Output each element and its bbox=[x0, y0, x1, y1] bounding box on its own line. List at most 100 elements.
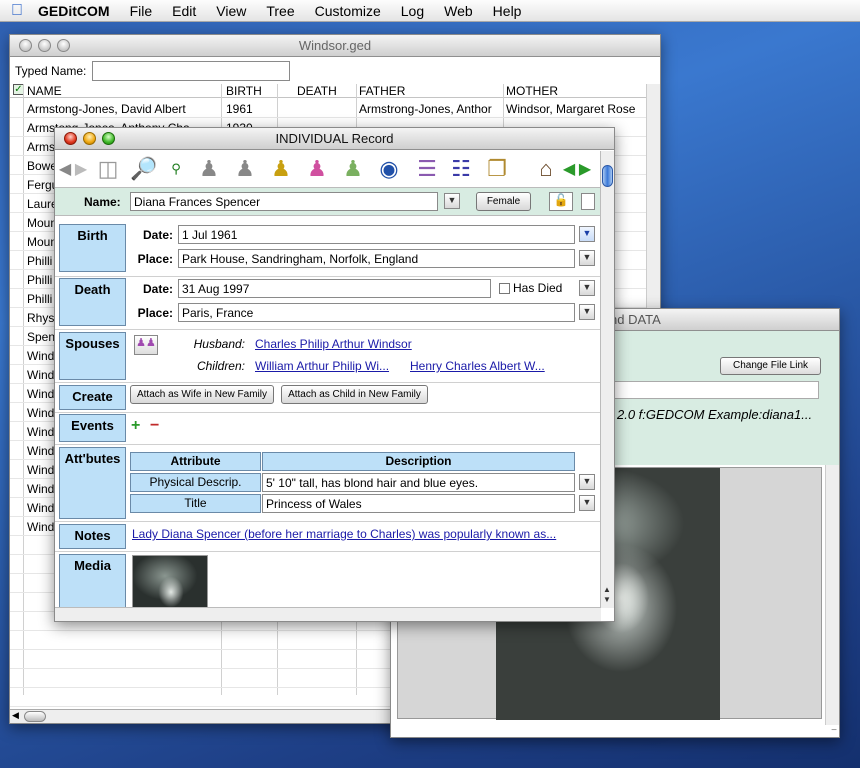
husband-link[interactable]: Charles Philip Arthur Windsor bbox=[255, 337, 412, 351]
record-horizontal-scrollbar[interactable] bbox=[55, 607, 601, 621]
birth-place-popup-icon[interactable]: ▼ bbox=[579, 250, 595, 266]
close-button[interactable] bbox=[19, 39, 32, 52]
death-place-label: Place: bbox=[137, 306, 173, 320]
typed-name-input[interactable] bbox=[92, 61, 291, 81]
previous-record-icon[interactable]: ◀ bbox=[561, 154, 577, 184]
resize-grip-icon[interactable]: − bbox=[831, 725, 837, 736]
media-metadata: 2.0 f:GEDCOM Example:diana1... bbox=[617, 407, 813, 422]
husband-label: Husband: bbox=[193, 337, 245, 351]
menu-edit[interactable]: Edit bbox=[162, 3, 206, 19]
menu-help[interactable]: Help bbox=[483, 3, 532, 19]
scroll-thumb[interactable] bbox=[602, 165, 613, 187]
data-vertical-scrollbar[interactable] bbox=[825, 465, 839, 725]
family-icon[interactable]: ♟♟ bbox=[134, 335, 158, 355]
menu-log[interactable]: Log bbox=[391, 3, 434, 19]
ged-search-icon[interactable]: ⚲ bbox=[161, 154, 191, 184]
attach-as-child-button[interactable]: Attach as Child in New Family bbox=[281, 385, 428, 404]
forward-arrow-icon[interactable]: ▶ bbox=[73, 154, 89, 184]
column-header-birth[interactable]: BIRTH bbox=[226, 84, 278, 98]
record-titlebar[interactable]: INDIVIDUAL Record bbox=[55, 128, 614, 150]
record-option-box[interactable] bbox=[581, 193, 595, 210]
attribute-description-field[interactable]: Princess of Wales bbox=[262, 494, 575, 513]
minimize-button[interactable] bbox=[83, 132, 96, 145]
change-file-link-button[interactable]: Change File Link bbox=[720, 357, 821, 375]
home-icon[interactable]: ⌂ bbox=[531, 154, 561, 184]
close-button[interactable] bbox=[64, 132, 77, 145]
back-arrow-icon[interactable]: ◀ bbox=[57, 154, 73, 184]
siblings-icon[interactable]: ♟ bbox=[266, 154, 296, 184]
menu-view[interactable]: View bbox=[206, 3, 256, 19]
name-field[interactable]: Diana Frances Spencer bbox=[130, 192, 438, 211]
scroll-left-arrow-icon[interactable]: ◀ bbox=[12, 710, 19, 721]
mother-icon[interactable]: ♟ bbox=[230, 154, 260, 184]
column-header-father[interactable]: FATHER bbox=[359, 84, 505, 98]
descendant-chart-icon[interactable]: ☷ bbox=[446, 154, 476, 184]
divider bbox=[55, 412, 601, 413]
file-path-field[interactable] bbox=[614, 381, 819, 399]
divider bbox=[55, 276, 601, 277]
disk-icon[interactable]: ◫ bbox=[93, 154, 123, 184]
description-column-header: Description bbox=[262, 452, 575, 471]
search-document-icon[interactable]: 🔎 bbox=[129, 154, 159, 184]
death-date-popup-icon[interactable]: ▼ bbox=[579, 280, 595, 296]
column-header-death[interactable]: DEATH bbox=[297, 84, 357, 98]
cell-name: Armstong-Jones, David Albert bbox=[27, 102, 186, 116]
notes-link[interactable]: Lady Diana Spencer (before her marriage … bbox=[132, 527, 556, 541]
death-place-field[interactable]: Paris, France bbox=[178, 303, 575, 322]
death-date-label: Date: bbox=[142, 282, 173, 296]
windsor-titlebar[interactable]: Windsor.ged bbox=[10, 35, 660, 57]
menu-app[interactable]: GEDitCOM bbox=[34, 3, 120, 19]
death-place-popup-icon[interactable]: ▼ bbox=[579, 304, 595, 320]
attribute-popup-icon[interactable]: ▼ bbox=[579, 495, 595, 511]
menu-web[interactable]: Web bbox=[434, 3, 483, 19]
scroll-up-arrow-icon[interactable]: ▲ bbox=[603, 585, 611, 594]
section-media: Media bbox=[59, 554, 126, 609]
individual-record-window: INDIVIDUAL Record ◀ ▶ ◫ 🔎 ⚲ ♟ ♟ ♟ ♟ ♟ ◉ … bbox=[54, 127, 615, 622]
father-icon[interactable]: ♟ bbox=[194, 154, 224, 184]
column-header-mother[interactable]: MOTHER bbox=[506, 84, 646, 98]
child-link-henry[interactable]: Henry Charles Albert W... bbox=[410, 359, 545, 373]
column-header-name[interactable]: NAME bbox=[27, 84, 207, 98]
has-died-checkbox[interactable] bbox=[499, 283, 510, 294]
typed-name-label: Typed Name: bbox=[15, 64, 87, 78]
record-vertical-scrollbar[interactable]: ▼ ▲ bbox=[600, 151, 614, 608]
birth-place-field[interactable]: Park House, Sandringham, Norfolk, Englan… bbox=[178, 249, 575, 268]
apple-icon[interactable]:  bbox=[0, 2, 34, 20]
minimize-button[interactable] bbox=[38, 39, 51, 52]
add-event-icon[interactable]: + bbox=[131, 417, 140, 435]
attach-as-wife-button[interactable]: Attach as Wife in New Family bbox=[130, 385, 274, 404]
children-icon[interactable]: ♟ bbox=[338, 154, 368, 184]
divider bbox=[55, 551, 601, 552]
list-row[interactable]: Armstong-Jones, David Albert 1961 Armstron… bbox=[10, 99, 646, 118]
attribute-popup-icon[interactable]: ▼ bbox=[579, 474, 595, 490]
sex-button[interactable]: Female bbox=[476, 192, 531, 211]
menu-customize[interactable]: Customize bbox=[305, 3, 391, 19]
record-title: INDIVIDUAL Record bbox=[275, 131, 394, 146]
death-date-field[interactable]: 31 Aug 1997 bbox=[178, 279, 491, 298]
zoom-button[interactable] bbox=[57, 39, 70, 52]
pedigree-chart-icon[interactable]: ☰ bbox=[412, 154, 442, 184]
remove-event-icon[interactable]: − bbox=[150, 417, 159, 435]
media-thumbnail[interactable] bbox=[132, 555, 208, 609]
birth-date-label: Date: bbox=[142, 228, 173, 242]
birth-date-field[interactable]: 1 Jul 1961 bbox=[178, 225, 575, 244]
child-link-william[interactable]: William Arthur Philip Wi... bbox=[255, 359, 389, 373]
name-popup-icon[interactable]: ▼ bbox=[444, 193, 460, 209]
scroll-down-arrow-icon[interactable]: ▼ bbox=[603, 595, 611, 604]
spouse-icon[interactable]: ♟ bbox=[302, 154, 332, 184]
attribute-description-field[interactable]: 5' 10" tall, has blond hair and blue eye… bbox=[262, 473, 575, 492]
section-attributes: Att'butes bbox=[59, 447, 126, 519]
section-notes: Notes bbox=[59, 524, 126, 549]
menu-tree[interactable]: Tree bbox=[256, 3, 304, 19]
divider bbox=[55, 521, 601, 522]
zoom-button[interactable] bbox=[102, 132, 115, 145]
lock-icon[interactable]: 🔓 bbox=[549, 192, 573, 211]
scroll-thumb[interactable] bbox=[24, 711, 46, 722]
menu-file[interactable]: File bbox=[120, 3, 163, 19]
cell-birth: 1961 bbox=[226, 102, 253, 116]
typed-name-row: Typed Name: bbox=[15, 61, 291, 81]
birth-date-popup-icon[interactable]: ▼ bbox=[579, 226, 595, 242]
copy-record-icon[interactable]: ❐ bbox=[482, 154, 512, 184]
next-record-icon[interactable]: ▶ bbox=[577, 154, 593, 184]
globe-icon[interactable]: ◉ bbox=[374, 154, 404, 184]
